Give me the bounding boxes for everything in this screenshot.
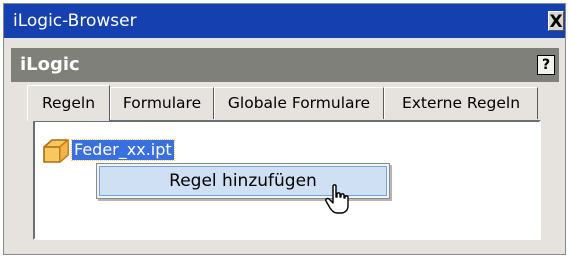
part-cube-icon [43,139,69,163]
help-button[interactable]: ? [537,55,555,75]
panel-header: iLogic ? [11,48,559,82]
close-button[interactable]: X [548,11,564,32]
tab-regeln[interactable]: Regeln [27,85,110,121]
hand-pointer-cursor-icon [325,184,349,214]
window-title: iLogic-Browser [13,11,137,31]
tree-item-label[interactable]: Feder_xx.ipt [71,139,175,161]
tab-formulare[interactable]: Formulare [110,87,214,119]
tab-globale-formulare[interactable]: Globale Formulare [214,87,384,119]
tab-externe-regeln[interactable]: Externe Regeln [384,87,538,119]
window-titlebar[interactable]: iLogic-Browser X [4,4,565,38]
panel-title: iLogic [20,54,80,75]
